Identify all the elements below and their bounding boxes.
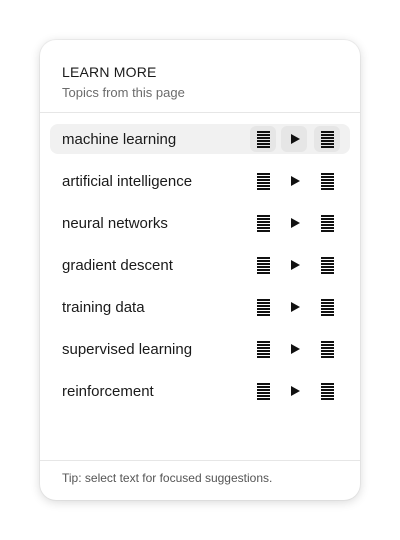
details-button[interactable]	[314, 168, 340, 194]
topic-row[interactable]: supervised learning	[50, 334, 350, 364]
footer-divider	[40, 460, 360, 461]
play-icon	[290, 134, 300, 144]
topic-label: training data	[62, 298, 145, 316]
details-button[interactable]	[314, 252, 340, 278]
play-button[interactable]	[281, 378, 307, 404]
topic-label: machine learning	[62, 130, 177, 148]
lines-icon	[256, 130, 270, 148]
header-divider	[40, 112, 360, 113]
learn-more-panel: LEARN MORE Topics from this page machine…	[40, 40, 360, 500]
lines-icon	[320, 340, 334, 358]
play-button[interactable]	[281, 210, 307, 236]
play-button[interactable]	[281, 168, 307, 194]
play-icon	[290, 260, 300, 270]
play-button[interactable]	[281, 336, 307, 362]
expand-button[interactable]	[250, 378, 276, 404]
topic-label: supervised learning	[62, 340, 193, 358]
lines-icon	[320, 382, 334, 400]
lines-icon	[320, 256, 334, 274]
lines-icon	[320, 298, 334, 316]
expand-button[interactable]	[250, 336, 276, 362]
topic-row[interactable]: machine learning	[50, 124, 350, 154]
topic-row[interactable]: neural networks	[50, 208, 350, 238]
lines-icon	[256, 256, 270, 274]
lines-icon	[256, 214, 270, 232]
lines-icon	[320, 130, 334, 148]
footer-tip: Tip: select text for focused suggestions…	[62, 471, 273, 485]
play-icon	[290, 344, 300, 354]
lines-icon	[256, 172, 270, 190]
play-icon	[290, 386, 300, 396]
lines-icon	[256, 340, 270, 358]
details-button[interactable]	[314, 126, 340, 152]
expand-button[interactable]	[250, 168, 276, 194]
panel-subtitle: Topics from this page	[62, 85, 185, 100]
panel-header: LEARN MORE Topics from this page	[40, 40, 360, 112]
lines-icon	[256, 382, 270, 400]
details-button[interactable]	[314, 378, 340, 404]
lines-icon	[320, 172, 334, 190]
topic-label: gradient descent	[62, 256, 173, 274]
expand-button[interactable]	[250, 126, 276, 152]
play-icon	[290, 302, 300, 312]
topic-list: machine learning artificial intelligence n…	[50, 124, 350, 418]
topic-row[interactable]: training data	[50, 292, 350, 322]
expand-button[interactable]	[250, 294, 276, 320]
topic-row[interactable]: artificial intelligence	[50, 166, 350, 196]
play-button[interactable]	[281, 294, 307, 320]
play-icon	[290, 218, 300, 228]
play-button[interactable]	[281, 126, 307, 152]
lines-icon	[320, 214, 334, 232]
details-button[interactable]	[314, 336, 340, 362]
expand-button[interactable]	[250, 210, 276, 236]
play-button[interactable]	[281, 252, 307, 278]
topic-label: reinforcement	[62, 382, 154, 400]
details-button[interactable]	[314, 210, 340, 236]
topic-row[interactable]: gradient descent	[50, 250, 350, 280]
details-button[interactable]	[314, 294, 340, 320]
play-icon	[290, 176, 300, 186]
expand-button[interactable]	[250, 252, 276, 278]
topic-row[interactable]: reinforcement	[50, 376, 350, 406]
panel-title: LEARN MORE	[62, 64, 157, 80]
topic-label: neural networks	[62, 214, 168, 232]
lines-icon	[256, 298, 270, 316]
topic-label: artificial intelligence	[62, 172, 193, 190]
